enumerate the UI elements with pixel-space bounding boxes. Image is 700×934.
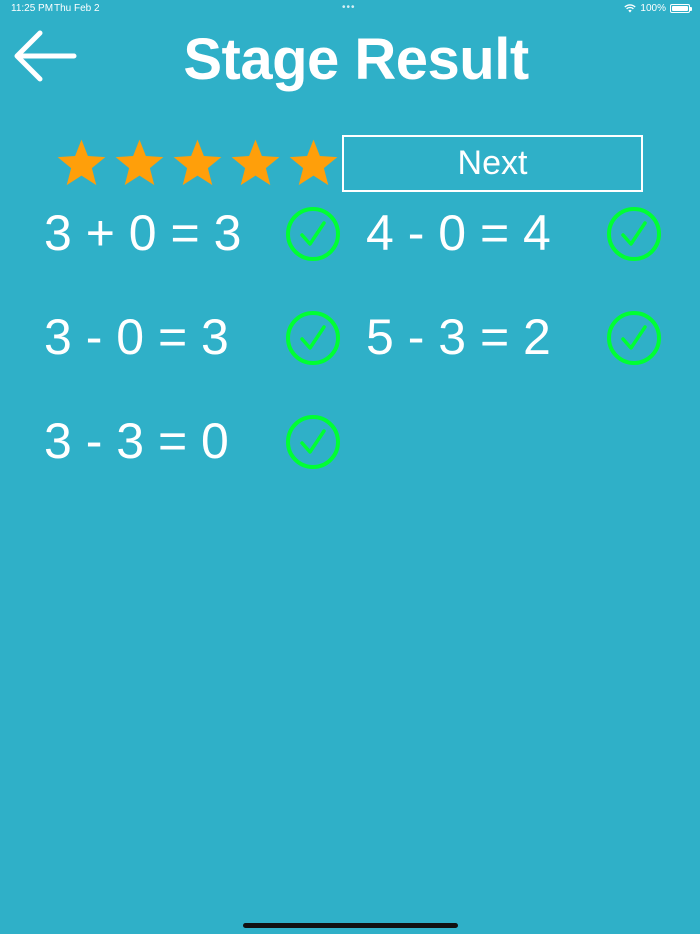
result-item: 3 - 0 = 3 bbox=[44, 307, 344, 367]
result-item: 4 - 0 = 4 bbox=[366, 203, 666, 263]
check-circle-icon bbox=[286, 311, 340, 365]
battery-icon bbox=[670, 4, 692, 13]
equation-text: 5 - 3 = 2 bbox=[366, 309, 551, 365]
status-time: 11:25 PM bbox=[11, 3, 54, 14]
next-button[interactable]: Next bbox=[342, 135, 643, 192]
equation-text: 3 - 0 = 3 bbox=[44, 309, 229, 365]
multitasking-dots-icon[interactable]: ••• bbox=[342, 2, 356, 13]
result-item: 5 - 3 = 2 bbox=[366, 307, 666, 367]
check-circle-icon bbox=[607, 207, 661, 261]
result-item: 3 + 0 = 3 bbox=[44, 203, 344, 263]
equation-text: 3 + 0 = 3 bbox=[44, 205, 242, 261]
battery-percent: 100% bbox=[640, 3, 666, 14]
status-right: 100% bbox=[624, 3, 692, 14]
status-bar: 11:25 PM Thu Feb 2 ••• 100% bbox=[0, 0, 700, 18]
equation-text: 3 - 3 = 0 bbox=[44, 413, 229, 469]
star-icon bbox=[289, 139, 338, 186]
check-circle-icon bbox=[286, 415, 340, 469]
star-icon bbox=[231, 139, 280, 186]
equation-text: 4 - 0 = 4 bbox=[366, 205, 551, 261]
star-icon bbox=[173, 139, 222, 186]
status-date: Thu Feb 2 bbox=[54, 3, 100, 14]
wifi-icon bbox=[624, 4, 637, 13]
check-circle-icon bbox=[286, 207, 340, 261]
page-title: Stage Result bbox=[183, 27, 529, 92]
result-item: 3 - 3 = 0 bbox=[44, 411, 344, 471]
star-icon bbox=[115, 139, 164, 186]
check-circle-icon bbox=[607, 311, 661, 365]
star-rating bbox=[55, 137, 340, 190]
home-indicator[interactable] bbox=[243, 923, 458, 928]
star-icon bbox=[57, 139, 106, 186]
